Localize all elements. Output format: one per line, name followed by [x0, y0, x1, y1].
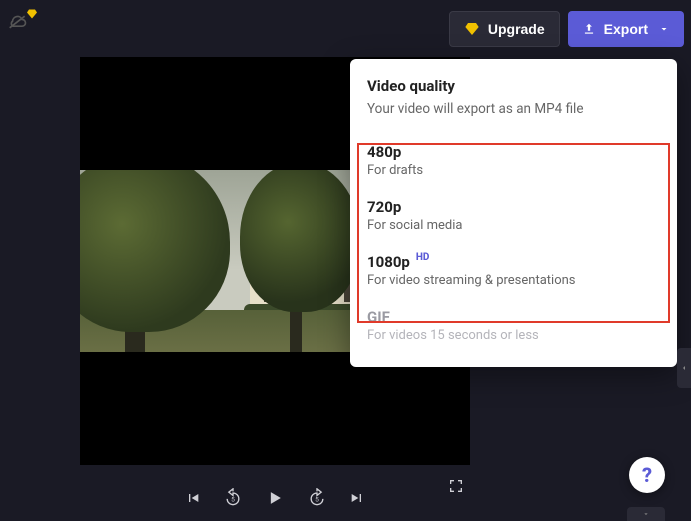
popover-title: Video quality [367, 77, 660, 95]
option-desc: For video streaming & presentations [367, 273, 660, 288]
export-quality-popover: Video quality Your video will export as … [350, 59, 677, 367]
side-expand-tab[interactable] [677, 348, 691, 388]
playback-controls: 5 5 [80, 478, 470, 518]
upload-icon [582, 22, 596, 36]
upgrade-button[interactable]: Upgrade [449, 11, 560, 47]
option-desc: For videos 15 seconds or less [367, 328, 660, 343]
svg-text:5: 5 [231, 495, 235, 503]
chevron-down-icon [658, 23, 670, 35]
quality-option-720p[interactable]: 720p For social media [350, 188, 677, 243]
cloud-offline-icon [8, 14, 28, 30]
option-desc: For social media [367, 218, 660, 233]
bottom-expand-tab[interactable] [627, 507, 665, 521]
quality-option-1080p[interactable]: 1080p HD For video streaming & presentat… [350, 243, 677, 298]
option-label: 480p [367, 143, 401, 161]
quality-option-gif[interactable]: GIF For videos 15 seconds or less [350, 298, 677, 353]
rewind-5-button[interactable]: 5 [223, 488, 243, 508]
header-actions: Upgrade Export [449, 11, 684, 47]
quality-option-480p[interactable]: 480p For drafts [350, 133, 677, 188]
play-button[interactable] [265, 488, 285, 508]
option-label: GIF [367, 308, 390, 326]
option-label: 720p [367, 198, 401, 216]
export-label: Export [604, 21, 648, 37]
svg-text:5: 5 [315, 495, 319, 503]
hd-badge: HD [416, 252, 430, 263]
skip-end-button[interactable] [349, 490, 365, 506]
help-label: ? [642, 463, 652, 487]
premium-gem-icon [26, 8, 38, 20]
option-desc: For drafts [367, 163, 660, 178]
skip-start-button[interactable] [185, 490, 201, 506]
fullscreen-button[interactable] [448, 478, 464, 494]
help-button[interactable]: ? [629, 457, 665, 493]
upgrade-label: Upgrade [488, 21, 545, 37]
popover-subtitle: Your video will export as an MP4 file [367, 101, 660, 117]
option-label: 1080p [367, 253, 410, 271]
forward-5-button[interactable]: 5 [307, 488, 327, 508]
gem-icon [464, 21, 480, 37]
export-button[interactable]: Export [568, 11, 684, 47]
